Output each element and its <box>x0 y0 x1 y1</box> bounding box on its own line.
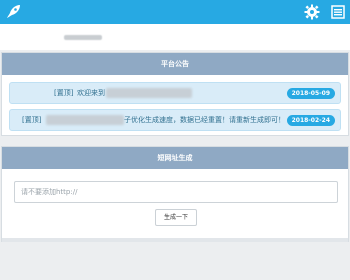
redacted-text <box>106 88 192 98</box>
redacted-text <box>64 35 102 40</box>
gear-icon[interactable] <box>304 4 320 20</box>
notice-tag: [置顶] <box>54 89 74 97</box>
rocket-icon[interactable] <box>4 3 22 21</box>
generate-button[interactable]: 生成一下 <box>155 209 197 226</box>
notice-item[interactable]: [置顶] 欢迎来到 2018-05-09 <box>9 82 341 104</box>
redacted-text <box>46 115 124 125</box>
url-generate-panel: 短网址生成 生成一下 <box>1 146 349 242</box>
notice-item[interactable]: [置顶] 子优化生成速度，数据已经重置！请重新生成即可！ 2018-02-24 <box>9 109 341 131</box>
notice-date-badge: 2018-02-24 <box>286 115 335 126</box>
notice-text: 欢迎来到 <box>77 89 105 97</box>
notice-panel: 平台公告 [置顶] 欢迎来到 2018-05-09 [置顶] 子优化生成速度，数… <box>1 52 349 136</box>
footer-divider <box>2 238 348 242</box>
generate-panel-title: 短网址生成 <box>2 147 348 169</box>
notice-panel-title: 平台公告 <box>2 53 348 75</box>
notice-date-badge: 2018-05-09 <box>286 88 335 99</box>
url-input[interactable] <box>14 181 338 203</box>
list-menu-icon[interactable] <box>331 5 345 19</box>
notice-tag: [置顶] <box>22 116 42 124</box>
notice-text: 子优化生成速度，数据已经重置！请重新生成即可！ <box>124 116 285 124</box>
top-navbar <box>0 0 350 24</box>
sub-header-strip <box>0 24 350 50</box>
